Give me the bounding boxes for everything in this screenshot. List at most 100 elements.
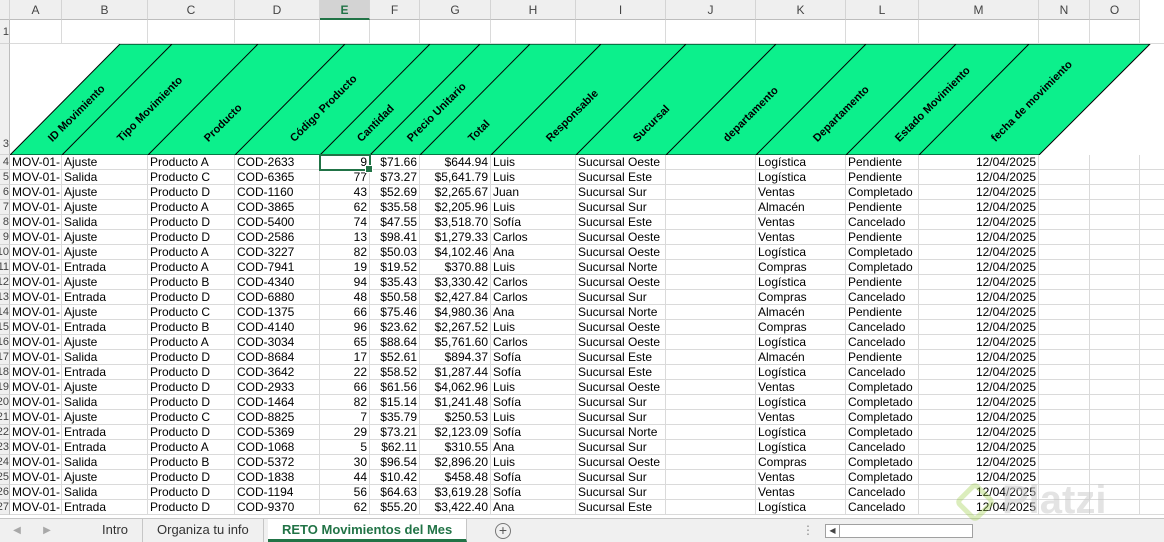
table-cell[interactable]: Sofía xyxy=(491,350,576,365)
table-cell[interactable] xyxy=(1039,335,1090,350)
table-cell[interactable]: 12/04/2025 xyxy=(919,320,1039,335)
table-cell[interactable]: 12/04/2025 xyxy=(919,275,1039,290)
table-cell[interactable]: 94 xyxy=(320,275,370,290)
table-cell[interactable] xyxy=(1090,395,1140,410)
table-cell[interactable]: $4,102.46 xyxy=(420,245,491,260)
table-cell[interactable]: Cancelado xyxy=(846,215,919,230)
table-cell[interactable]: COD-3034 xyxy=(235,335,320,350)
table-cell[interactable]: Entrada xyxy=(62,425,148,440)
table-cell[interactable]: Luis xyxy=(491,155,576,170)
table-cell[interactable]: Sucursal Oeste xyxy=(576,335,666,350)
table-cell[interactable]: Sucursal Oeste xyxy=(576,275,666,290)
table-cell[interactable]: 30 xyxy=(320,455,370,470)
table-cell[interactable]: 5 xyxy=(320,440,370,455)
table-cell[interactable]: 12/04/2025 xyxy=(919,335,1039,350)
table-cell[interactable]: Producto C xyxy=(148,410,235,425)
table-cell[interactable]: COD-3865 xyxy=(235,200,320,215)
tab-reto-movimientos-del-mes[interactable]: RETO Movimientos del Mes xyxy=(268,519,468,542)
row-header-3[interactable]: 3 xyxy=(0,44,10,155)
table-cell[interactable]: COD-2633 xyxy=(235,155,320,170)
table-cell[interactable]: COD-2933 xyxy=(235,380,320,395)
table-cell[interactable]: Ajuste xyxy=(62,305,148,320)
table-cell[interactable]: $4,980.36 xyxy=(420,305,491,320)
table-cell[interactable]: 13 xyxy=(320,230,370,245)
table-cell[interactable]: Sofía xyxy=(491,470,576,485)
table-cell[interactable]: Producto C xyxy=(148,170,235,185)
table-cell[interactable]: Salida xyxy=(62,455,148,470)
grid-cell[interactable] xyxy=(576,20,666,44)
tab-intro[interactable]: Intro xyxy=(88,519,144,542)
table-cell[interactable]: Entrada xyxy=(62,260,148,275)
table-cell[interactable] xyxy=(1090,170,1140,185)
table-cell[interactable]: COD-3227 xyxy=(235,245,320,260)
grid-cell[interactable] xyxy=(62,20,148,44)
table-cell[interactable]: Ana xyxy=(491,500,576,515)
table-cell[interactable]: $61.56 xyxy=(370,380,420,395)
table-cell[interactable]: Producto D xyxy=(148,500,235,515)
table-cell[interactable] xyxy=(1090,215,1140,230)
table-cell[interactable]: Entrada xyxy=(62,290,148,305)
table-cell[interactable]: 19 xyxy=(320,260,370,275)
row-header-21[interactable]: 21 xyxy=(0,410,10,425)
table-cell[interactable] xyxy=(666,440,756,455)
table-cell[interactable]: Completado xyxy=(846,425,919,440)
table-cell[interactable] xyxy=(1039,170,1090,185)
table-cell[interactable]: Carlos xyxy=(491,275,576,290)
table-cell[interactable]: 22 xyxy=(320,365,370,380)
horizontal-scrollbar[interactable]: ◀ xyxy=(825,524,973,538)
table-cell[interactable]: Ajuste xyxy=(62,335,148,350)
table-cell[interactable]: 12/04/2025 xyxy=(919,410,1039,425)
table-cell[interactable]: MOV-01- xyxy=(10,440,62,455)
table-cell[interactable]: Producto B xyxy=(148,455,235,470)
table-cell[interactable]: MOV-01- xyxy=(10,245,62,260)
table-cell[interactable]: $71.66 xyxy=(370,155,420,170)
table-cell[interactable]: Entrada xyxy=(62,365,148,380)
table-cell[interactable] xyxy=(1039,440,1090,455)
row-header-12[interactable]: 12 xyxy=(0,275,10,290)
table-cell[interactable] xyxy=(1090,320,1140,335)
table-cell[interactable] xyxy=(666,200,756,215)
table-cell[interactable]: Carlos xyxy=(491,230,576,245)
table-cell[interactable] xyxy=(1090,425,1140,440)
table-cell[interactable]: COD-7941 xyxy=(235,260,320,275)
table-cell[interactable]: Luis xyxy=(491,380,576,395)
table-cell[interactable]: 48 xyxy=(320,290,370,305)
column-header-d[interactable]: D xyxy=(235,0,320,20)
table-cell[interactable]: 65 xyxy=(320,335,370,350)
column-header-m[interactable]: M xyxy=(919,0,1039,20)
column-header-a[interactable]: A xyxy=(10,0,62,20)
table-cell[interactable]: 17 xyxy=(320,350,370,365)
table-cell[interactable]: Sucursal Este xyxy=(576,215,666,230)
grid-cell[interactable] xyxy=(420,20,491,44)
table-cell[interactable]: $55.20 xyxy=(370,500,420,515)
table-cell[interactable]: Sucursal Norte xyxy=(576,425,666,440)
table-cell[interactable] xyxy=(666,455,756,470)
table-cell[interactable]: Entrada xyxy=(62,500,148,515)
table-cell[interactable] xyxy=(1090,275,1140,290)
table-cell[interactable]: Producto A xyxy=(148,440,235,455)
table-cell[interactable]: Sucursal Este xyxy=(576,365,666,380)
table-cell[interactable]: Completado xyxy=(846,380,919,395)
table-cell[interactable] xyxy=(1090,380,1140,395)
table-cell[interactable]: MOV-01- xyxy=(10,305,62,320)
table-cell[interactable]: 12/04/2025 xyxy=(919,185,1039,200)
table-cell[interactable]: Completado xyxy=(846,395,919,410)
table-cell[interactable]: Producto A xyxy=(148,200,235,215)
table-cell[interactable]: Cancelado xyxy=(846,335,919,350)
table-cell[interactable]: Producto D xyxy=(148,290,235,305)
table-cell[interactable]: Sucursal Oeste xyxy=(576,230,666,245)
table-cell[interactable]: $52.61 xyxy=(370,350,420,365)
column-header-l[interactable]: L xyxy=(846,0,919,20)
table-cell[interactable]: 12/04/2025 xyxy=(919,155,1039,170)
scroll-left-icon[interactable]: ◀ xyxy=(826,525,840,537)
table-cell[interactable] xyxy=(666,185,756,200)
table-cell[interactable]: $1,279.33 xyxy=(420,230,491,245)
table-cell[interactable] xyxy=(666,275,756,290)
table-cell[interactable] xyxy=(666,395,756,410)
row-header-10[interactable]: 10 xyxy=(0,245,10,260)
table-cell[interactable]: Completado xyxy=(846,470,919,485)
table-cell[interactable]: $50.03 xyxy=(370,245,420,260)
table-cell[interactable]: Producto D xyxy=(148,470,235,485)
table-cell[interactable]: COD-1068 xyxy=(235,440,320,455)
table-cell[interactable]: Sofía xyxy=(491,215,576,230)
